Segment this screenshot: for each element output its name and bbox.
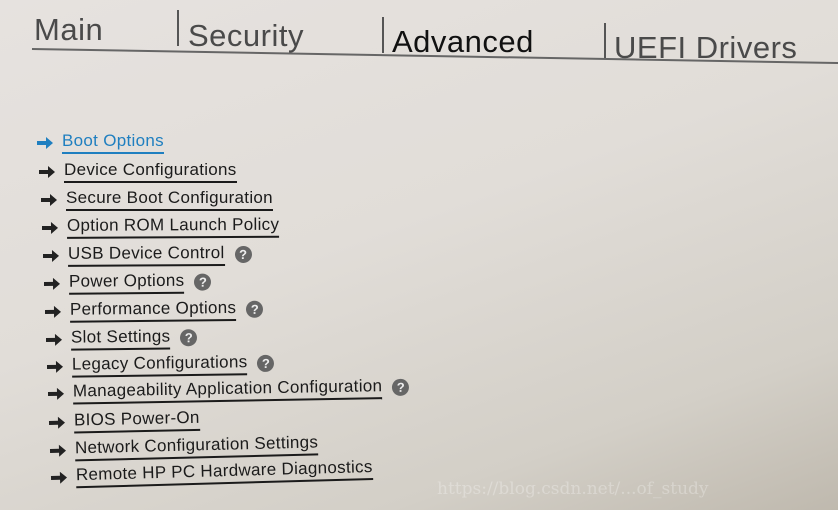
question-circle-icon[interactable]: ?: [392, 378, 410, 396]
menu-item-label: Option ROM Launch Policy: [66, 214, 280, 239]
menu-item-label: Device Configurations: [64, 160, 237, 183]
arrow-right-icon: [47, 387, 64, 400]
question-circle-icon[interactable]: ?: [234, 245, 252, 263]
tab-bar: Main Security Advanced UEFI Drivers: [0, 0, 838, 80]
arrow-right-icon: [48, 416, 65, 429]
menu-item[interactable]: Device Configurations: [38, 160, 237, 183]
arrow-right-icon: [37, 136, 53, 149]
arrow-right-icon: [43, 277, 60, 290]
tab-separator: [604, 23, 606, 59]
menu-item[interactable]: Option ROM Launch Policy: [41, 214, 280, 239]
menu-item-label: Network Configuration Settings: [74, 432, 319, 462]
arrow-right-icon: [39, 165, 55, 178]
menu-item[interactable]: Manageability Application Configuration?: [47, 376, 410, 405]
arrow-right-icon: [44, 305, 61, 318]
menu-item[interactable]: BIOS Power-On: [48, 407, 200, 434]
menu-item[interactable]: Remote HP PC Hardware Diagnostics: [50, 456, 374, 489]
arrow-right-icon: [41, 193, 57, 206]
arrow-right-icon: [46, 360, 63, 373]
menu-item-label: Secure Boot Configuration: [66, 188, 273, 211]
arrow-right-icon: [50, 471, 67, 484]
tab-security[interactable]: Security: [188, 18, 304, 54]
menu-item-label: Legacy Configurations: [71, 352, 248, 378]
watermark: https://blog.csdn.net/...of_study: [437, 479, 709, 499]
menu-item[interactable]: USB Device Control?: [42, 243, 252, 267]
arrow-right-icon: [41, 221, 58, 234]
menu-item[interactable]: Secure Boot Configuration: [40, 188, 273, 211]
menu-item[interactable]: Power Options?: [43, 270, 212, 295]
arrow-right-icon: [49, 444, 66, 457]
menu-item-label: Power Options: [68, 270, 185, 295]
tab-separator: [382, 17, 384, 53]
menu-item[interactable]: Legacy Configurations?: [46, 352, 275, 378]
arrow-right-icon: [42, 249, 59, 262]
menu-item[interactable]: Boot Options: [36, 131, 164, 154]
menu-item-label: BIOS Power-On: [73, 407, 200, 434]
question-circle-icon[interactable]: ?: [246, 300, 264, 318]
menu-item-label: Remote HP PC Hardware Diagnostics: [75, 456, 374, 489]
question-circle-icon[interactable]: ?: [257, 354, 275, 373]
tab-main[interactable]: Main: [34, 12, 103, 48]
question-circle-icon[interactable]: ?: [194, 273, 212, 291]
menu-item[interactable]: Network Configuration Settings: [49, 432, 319, 462]
menu-item-label: Performance Options: [69, 297, 237, 323]
menu-item-label: Slot Settings: [70, 326, 171, 351]
menu-item[interactable]: Slot Settings?: [45, 326, 198, 351]
menu-item-label: Boot Options: [62, 131, 164, 154]
question-circle-icon[interactable]: ?: [180, 329, 198, 347]
tab-separator: [177, 10, 179, 46]
menu-item[interactable]: Performance Options?: [44, 297, 264, 323]
menu-item-label: Manageability Application Configuration: [72, 376, 383, 405]
arrow-right-icon: [45, 333, 62, 346]
menu-item-label: USB Device Control: [67, 243, 225, 267]
